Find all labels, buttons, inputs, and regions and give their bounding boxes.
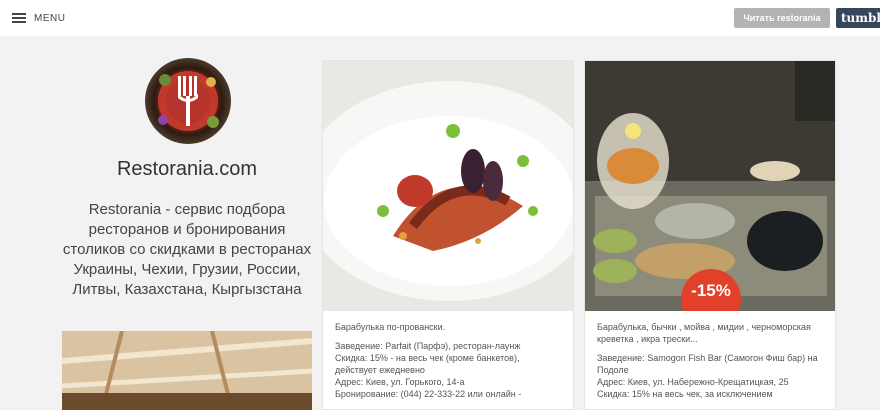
- fork-plate-icon: [158, 71, 219, 131]
- post-booking: Бронирование: (044) 22-333-22 или онлайн…: [335, 389, 522, 399]
- post-discount: Скидка: 15% на весь чек, за исключением: [597, 389, 773, 399]
- sidebar-restaurant-photo[interactable]: [62, 331, 312, 410]
- menu-label: MENU: [34, 12, 66, 24]
- menu-button[interactable]: MENU: [12, 10, 65, 26]
- post-card[interactable]: -15% Барабулька, бычки , мойва , мидии ,…: [584, 60, 836, 410]
- post-venue: Заведение: Parfait (Парфэ), ресторан-лау…: [335, 341, 521, 351]
- post-address: Адрес: Киев, ул. Горького, 14-а: [335, 377, 465, 387]
- post-text: Барабулька, бычки , мойва , мидии , черн…: [597, 321, 825, 400]
- hamburger-icon: [12, 13, 26, 23]
- top-bar: MENU Читать restorania tumblr: [0, 0, 880, 36]
- follow-button[interactable]: Читать restorania: [734, 8, 830, 28]
- post-text: Барабулька по-провански. Заведение: Parf…: [335, 321, 563, 400]
- blog-description: Restorania - сервис подбора ресторанов и…: [62, 201, 312, 298]
- ceiling-beams-image: [62, 331, 312, 410]
- dish-image: [323, 61, 573, 311]
- post-venue: Заведение: Samogon Fish Bar (Самогон Фиш…: [597, 353, 818, 375]
- avatar[interactable]: [145, 58, 231, 144]
- post-photo[interactable]: [323, 61, 573, 311]
- post-address: Адрес: Киев, ул. Набережно-Крещатицкая, …: [597, 377, 789, 387]
- post-caption: Барабулька, бычки , мойва , мидии , черн…: [597, 322, 811, 344]
- blog-title[interactable]: Restorania.com: [62, 158, 312, 181]
- post-discount: Скидка: 15% - на весь чек (кроме банкето…: [335, 353, 520, 375]
- tumblr-logo-button[interactable]: tumblr: [836, 8, 880, 28]
- post-caption: Барабулька по-провански.: [335, 322, 446, 332]
- post-card[interactable]: Барабулька по-провански. Заведение: Parf…: [322, 60, 574, 410]
- post-photo[interactable]: -15%: [585, 61, 835, 311]
